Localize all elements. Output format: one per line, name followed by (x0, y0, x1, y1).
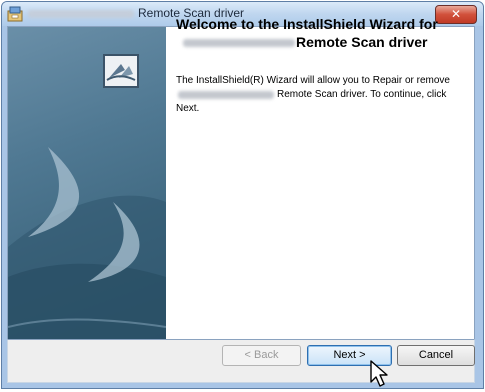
title-redacted-text (28, 10, 134, 18)
wizard-content (7, 26, 475, 340)
wizard-banner-image (8, 27, 166, 339)
mouse-pointer-icon (370, 360, 388, 387)
description-line-2: Remote Scan driver. To continue, click (277, 89, 447, 100)
description-redacted (178, 91, 274, 99)
welcome-heading: Welcome to the InstallShield Wizard for (176, 16, 438, 32)
installer-icon (7, 6, 23, 22)
product-name-redacted (183, 39, 295, 47)
banner-art (8, 147, 166, 339)
installshield-logo-icon (103, 54, 139, 88)
description-line-1: The InstallShield(R) Wizard will allow y… (176, 75, 450, 86)
description-line-3: Next. (176, 103, 200, 114)
cancel-button[interactable]: Cancel (397, 345, 475, 366)
welcome-heading-product: Remote Scan driver (296, 34, 428, 50)
back-button[interactable]: < Back (222, 345, 301, 366)
